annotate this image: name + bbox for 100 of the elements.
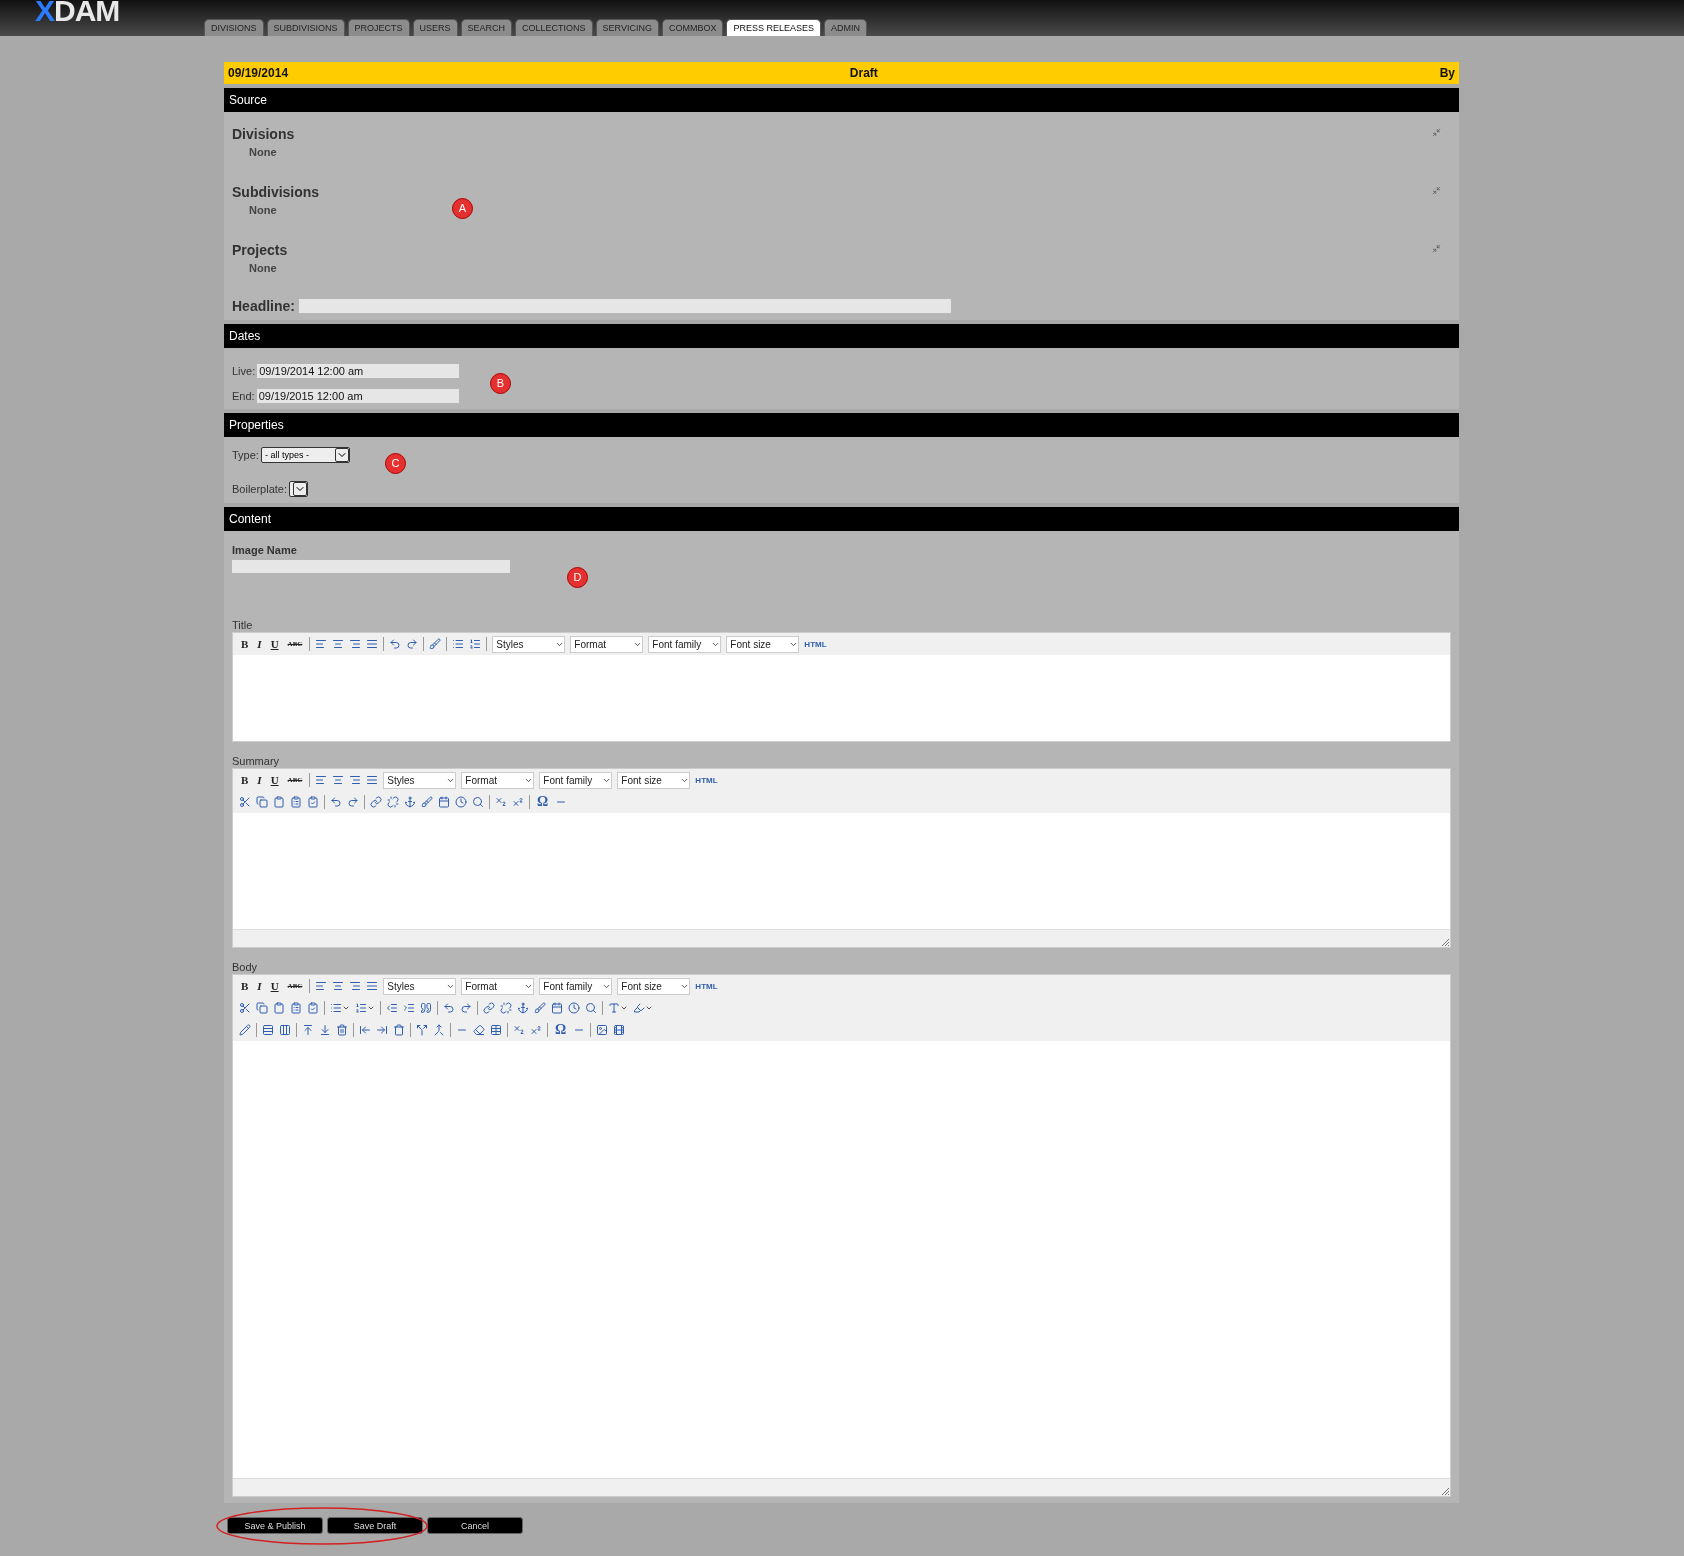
clipboard-text-icon[interactable] <box>290 1002 302 1014</box>
calendar-icon[interactable] <box>438 796 450 808</box>
special-character-button[interactable]: Ω <box>535 794 551 810</box>
align-center-icon[interactable] <box>332 980 345 992</box>
toolbar-dropdown[interactable]: Styles <box>383 977 457 995</box>
bulleted-list-icon[interactable] <box>452 638 465 650</box>
eraser-icon[interactable] <box>473 1024 485 1036</box>
image-icon[interactable] <box>596 1024 609 1036</box>
toolbar-dropdown[interactable]: Styles <box>383 771 457 789</box>
redo-icon[interactable] <box>347 796 359 808</box>
resize-grip-icon[interactable] <box>1441 1487 1450 1496</box>
nav-tab[interactable]: DIVISIONS <box>204 19 264 36</box>
copy-icon[interactable] <box>256 1002 268 1014</box>
numbered-list-icon[interactable] <box>355 1002 367 1014</box>
clock-icon[interactable] <box>455 796 467 808</box>
redo-icon[interactable] <box>460 1002 472 1014</box>
align-justify-icon[interactable] <box>366 638 379 650</box>
align-left-icon[interactable] <box>315 980 328 992</box>
table-rows-icon[interactable] <box>262 1024 274 1036</box>
insert-row-above-icon[interactable] <box>302 1024 314 1036</box>
action-button[interactable]: Save Draft <box>327 1517 423 1534</box>
text-color-icon[interactable] <box>608 1002 620 1014</box>
nav-tab[interactable]: SEARCH <box>460 19 513 36</box>
brush-icon[interactable] <box>421 796 433 808</box>
subscript-icon[interactable] <box>513 1024 525 1036</box>
toolbar-dropdown[interactable]: Font family <box>539 977 613 995</box>
brush-icon[interactable] <box>534 1002 546 1014</box>
date-input[interactable]: 09/19/2015 12:00 am <box>256 389 459 403</box>
underline-button[interactable]: U <box>268 638 281 650</box>
superscript-icon[interactable] <box>512 796 524 808</box>
html-source-button[interactable]: HTML <box>695 981 718 991</box>
magnifier-icon[interactable] <box>585 1002 597 1014</box>
caret-icon[interactable] <box>620 1004 628 1012</box>
nav-tab[interactable]: PROJECTS <box>347 19 410 36</box>
toolbar-dropdown[interactable]: Font size <box>726 635 800 653</box>
shrink-arrows-icon[interactable] <box>1432 128 1441 137</box>
resize-grip-icon[interactable] <box>1441 938 1450 947</box>
clock-icon[interactable] <box>568 1002 580 1014</box>
copy-icon[interactable] <box>256 796 268 808</box>
italic-button[interactable]: I <box>255 774 264 786</box>
underline-button[interactable]: U <box>268 774 281 786</box>
align-right-icon[interactable] <box>349 638 362 650</box>
insert-row-below-icon[interactable] <box>319 1024 331 1036</box>
special-character-button[interactable]: Ω <box>553 1022 569 1038</box>
undo-icon[interactable] <box>389 638 402 650</box>
link-icon[interactable] <box>483 1002 495 1014</box>
scissors-icon[interactable] <box>239 796 251 808</box>
unlink-icon[interactable] <box>500 1002 512 1014</box>
bold-button[interactable]: B <box>239 774 251 786</box>
align-left-icon[interactable] <box>315 774 328 786</box>
align-center-icon[interactable] <box>332 638 345 650</box>
undo-icon[interactable] <box>330 796 342 808</box>
image-name-input[interactable] <box>232 560 510 573</box>
subscript-icon[interactable] <box>495 796 507 808</box>
italic-button[interactable]: I <box>255 638 264 650</box>
insert-column-right-icon[interactable] <box>376 1024 388 1036</box>
bold-button[interactable]: B <box>239 980 251 992</box>
table-columns-icon[interactable] <box>279 1024 291 1036</box>
date-input[interactable]: 09/19/2014 12:00 am <box>257 364 460 378</box>
shrink-arrows-icon[interactable] <box>1432 186 1441 195</box>
clipboard-icon[interactable] <box>273 796 285 808</box>
align-left-icon[interactable] <box>315 638 328 650</box>
outdent-icon[interactable] <box>386 1002 398 1014</box>
toolbar-dropdown[interactable]: Format <box>461 771 535 789</box>
undo-icon[interactable] <box>443 1002 455 1014</box>
clipboard-document-icon[interactable] <box>307 1002 319 1014</box>
italic-button[interactable]: I <box>255 980 264 992</box>
toolbar-dropdown[interactable]: Format <box>461 977 535 995</box>
brush-icon[interactable] <box>429 638 442 650</box>
unlink-icon[interactable] <box>387 796 399 808</box>
align-right-icon[interactable] <box>349 774 362 786</box>
align-justify-icon[interactable] <box>366 774 379 786</box>
toolbar-dropdown[interactable]: Font family <box>648 635 722 653</box>
dropdown-select[interactable] <box>289 481 309 497</box>
superscript-icon[interactable] <box>530 1024 542 1036</box>
anchor-icon[interactable] <box>404 796 416 808</box>
calendar-icon[interactable] <box>551 1002 563 1014</box>
toolbar-dropdown[interactable]: Format <box>570 635 644 653</box>
action-button[interactable]: Save & Publish <box>227 1517 323 1534</box>
caret-icon[interactable] <box>342 1004 350 1012</box>
table-icon[interactable] <box>490 1024 502 1036</box>
nav-tab[interactable]: ADMIN <box>824 19 867 36</box>
clipboard-icon[interactable] <box>273 1002 285 1014</box>
quote-icon[interactable] <box>420 1002 432 1014</box>
underline-button[interactable]: U <box>268 980 281 992</box>
indent-icon[interactable] <box>403 1002 415 1014</box>
magnifier-icon[interactable] <box>472 796 484 808</box>
pencil-icon[interactable] <box>239 1024 251 1036</box>
caret-icon[interactable] <box>367 1004 375 1012</box>
action-button[interactable]: Cancel <box>427 1517 523 1534</box>
clipboard-text-icon[interactable] <box>290 796 302 808</box>
toolbar-dropdown[interactable]: Font size <box>617 771 691 789</box>
align-right-icon[interactable] <box>349 980 362 992</box>
toolbar-dropdown[interactable]: Styles <box>492 635 566 653</box>
merge-cells-icon[interactable] <box>433 1024 445 1036</box>
nav-tab[interactable]: SERVICING <box>595 19 659 36</box>
align-justify-icon[interactable] <box>366 980 379 992</box>
film-icon[interactable] <box>613 1024 626 1036</box>
split-cells-icon[interactable] <box>416 1024 428 1036</box>
scissors-icon[interactable] <box>239 1002 251 1014</box>
